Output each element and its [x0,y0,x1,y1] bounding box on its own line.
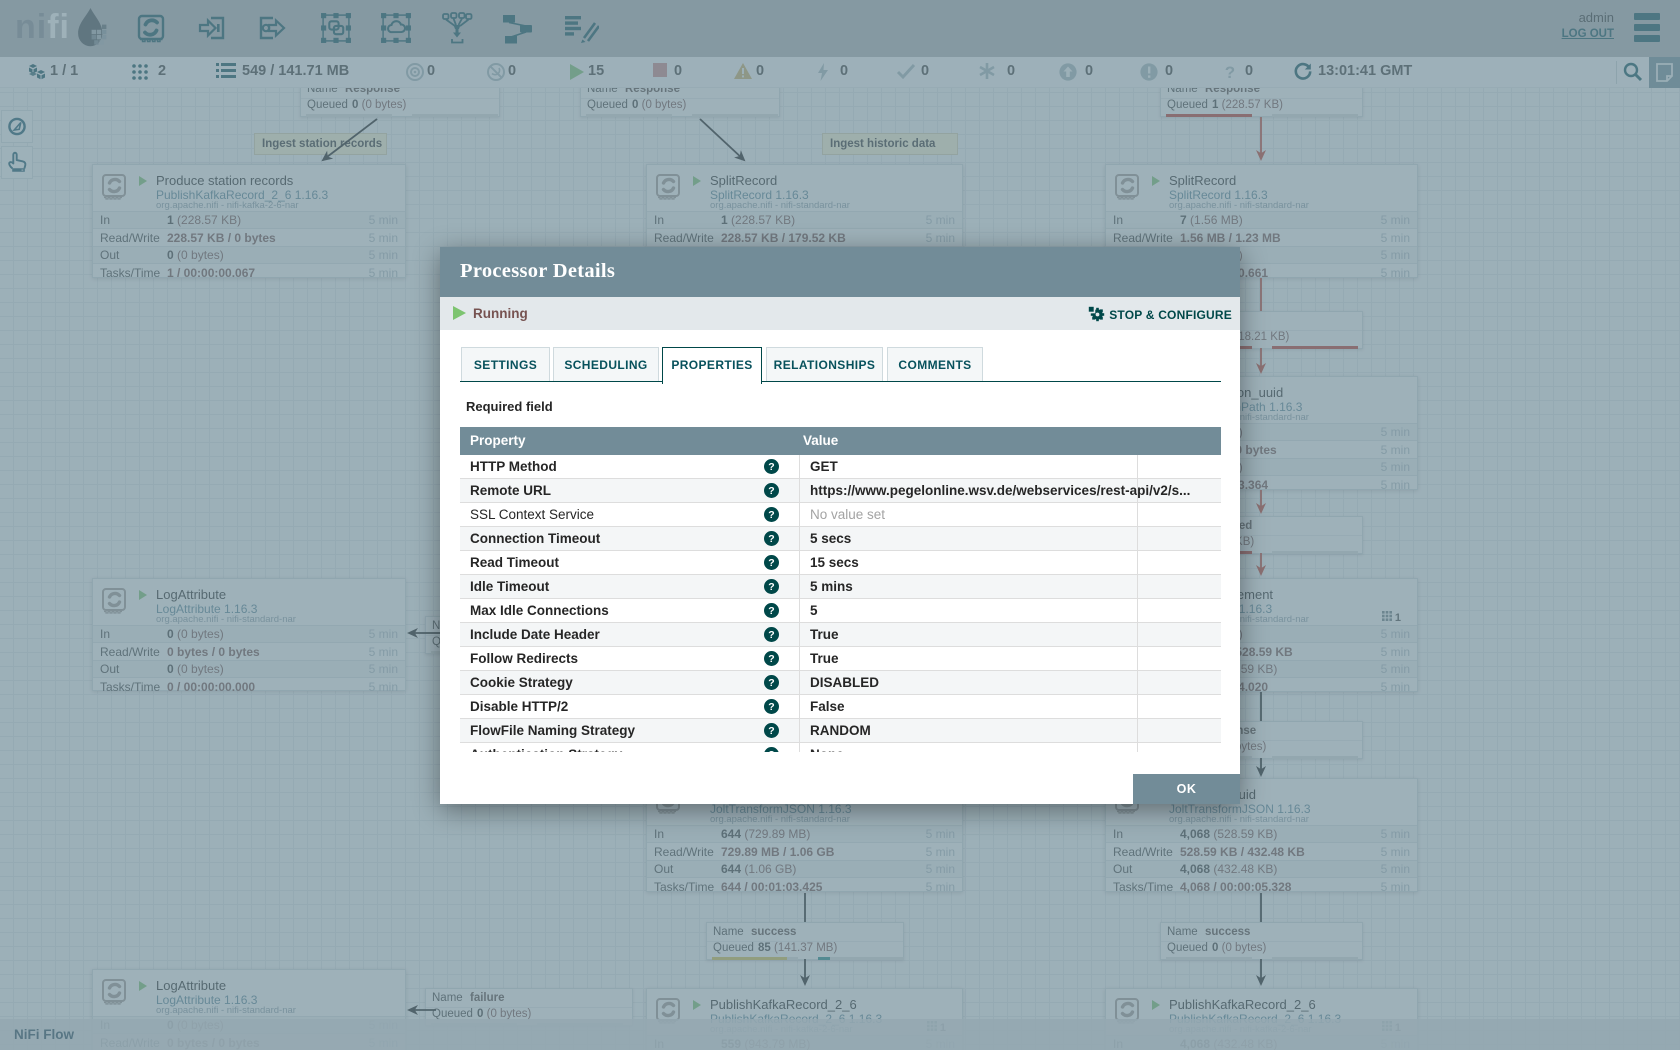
svg-text:?: ? [768,485,774,497]
svg-text:?: ? [768,557,774,569]
svg-text:?: ? [768,653,774,665]
svg-text:?: ? [768,677,774,689]
svg-text:?: ? [768,629,774,641]
svg-text:?: ? [768,533,774,545]
svg-text:?: ? [768,581,774,593]
svg-text:?: ? [768,701,774,713]
svg-text:?: ? [768,749,774,752]
svg-text:?: ? [768,725,774,737]
svg-text:?: ? [768,605,774,617]
svg-text:?: ? [768,509,774,521]
svg-text:?: ? [768,461,774,473]
